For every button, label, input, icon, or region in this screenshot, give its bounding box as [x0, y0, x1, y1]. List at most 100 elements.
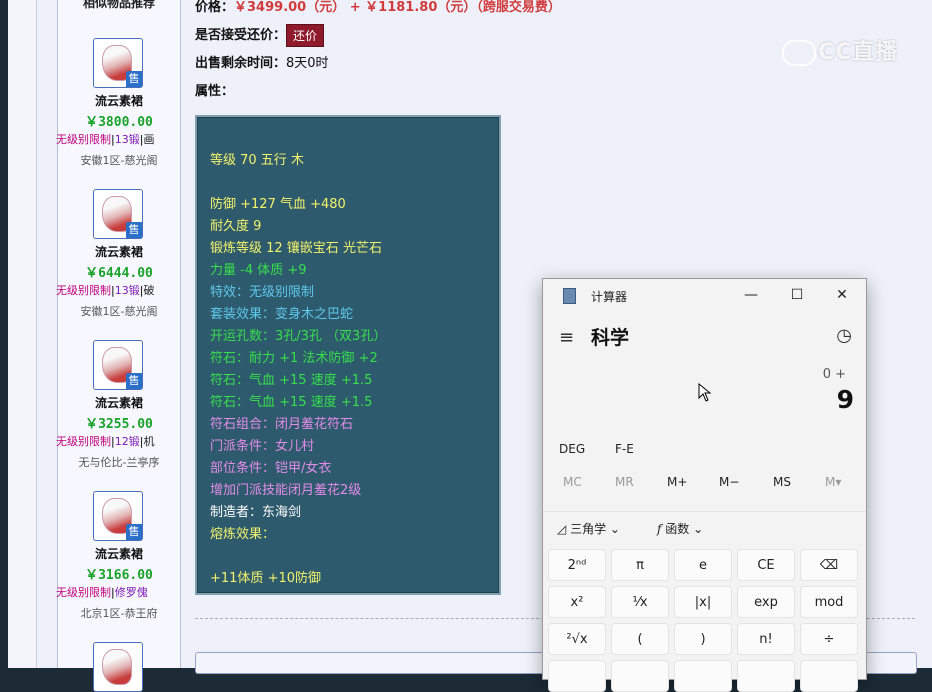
attr-line: 门派条件：女儿村 [210, 439, 315, 454]
calculator-key[interactable] [548, 660, 606, 692]
open-paren-key[interactable]: ( [611, 623, 669, 655]
m-minus-button[interactable]: M− [719, 475, 739, 489]
trigonometry-dropdown[interactable]: ◿ 三角学 ⌄ [557, 520, 620, 537]
triangle-icon: ◿ [557, 522, 567, 536]
attr-line: 等级 70 五行 木 [210, 153, 304, 168]
item-tags: 无级别限制|12锻|机 [56, 435, 155, 448]
item-name[interactable]: 流云素裙 [58, 243, 180, 260]
square-key[interactable]: x² [548, 586, 606, 618]
history-icon[interactable]: ◷ [836, 325, 852, 346]
function-icon: f [657, 522, 662, 536]
attr-line: 增加门派技能闭月羞花2级 [210, 483, 362, 498]
function-row: ◿ 三角学 ⌄ f 函数 ⌄ [543, 511, 866, 542]
item-thumbnail[interactable]: 售 [93, 38, 143, 88]
item-server: 无与伦比-兰亭序 [78, 456, 160, 469]
expression-display: 0 + [822, 367, 846, 382]
close-button[interactable]: ✕ [831, 285, 853, 305]
title-bar[interactable]: 计算器 — ☐ ✕ [543, 279, 866, 311]
abs-key[interactable]: |x| [674, 586, 732, 618]
function-dropdown[interactable]: f 函数 ⌄ [657, 520, 703, 537]
m-plus-button[interactable]: M+ [667, 475, 687, 489]
reciprocal-key[interactable]: ¹⁄x [611, 586, 669, 618]
item-server: 安徽1区-慈光阁 [80, 154, 158, 167]
attr-label: 属性： [195, 84, 235, 99]
sold-badge: 售 [126, 373, 142, 389]
attr-line: 符石：气血 +15 速度 +1.5 [210, 373, 373, 388]
ce-key[interactable]: CE [737, 549, 795, 581]
chevron-down-icon: ⌄ [693, 522, 704, 536]
second-key[interactable]: 2ⁿᵈ [548, 549, 606, 581]
maximize-button[interactable]: ☐ [786, 285, 808, 305]
item-server: 安徽1区-慈光阁 [80, 305, 158, 318]
attr-line: 防御 +127 气血 +480 [210, 197, 346, 212]
item-thumbnail[interactable]: 售 [93, 189, 143, 239]
price-value: ￥3499.00（元） + ￥1181.80（元）（跨服交易费） [234, 0, 561, 15]
memory-list-button[interactable]: M▾ [825, 475, 841, 489]
item-thumbnail[interactable]: 售 [93, 340, 143, 390]
item-name[interactable]: 流云素裙 [58, 92, 180, 109]
price-row: 价格：￥3499.00（元） + ￥1181.80（元）（跨服交易费） [195, 0, 561, 15]
item-server: 北京1区-恭王府 [80, 607, 158, 620]
bargain-button[interactable]: 还价 [286, 24, 325, 47]
remaining-value: 8天0时 [286, 56, 329, 71]
item-tags: 无级别限制|修罗傀 [56, 586, 148, 599]
left-strip [8, 0, 37, 668]
remaining-row: 出售剩余时间：8天0时 [195, 52, 329, 71]
attr-line: 符石：耐力 +1 法术防御 +2 [210, 351, 378, 366]
calculator-app-icon [563, 288, 576, 304]
attr-line: 锻炼等级 12 镶嵌宝石 光芒石 [210, 241, 382, 256]
cc-logo-icon [782, 40, 816, 66]
mr-button[interactable]: MR [615, 475, 634, 489]
watermark: CC直播 [782, 34, 898, 66]
attr-line: 部位条件：铠甲/女衣 [210, 461, 332, 476]
deg-button[interactable]: DEG [559, 442, 585, 456]
attr-row: 属性： [195, 80, 234, 99]
calculator-key[interactable] [800, 660, 858, 692]
item-name[interactable]: 流云素裙 [58, 545, 180, 562]
calculator-key[interactable] [674, 660, 732, 692]
minimize-button[interactable]: — [740, 285, 762, 305]
attr-line: 符石：气血 +15 速度 +1.5 [210, 395, 373, 410]
mod-key[interactable]: mod [800, 586, 858, 618]
e-key[interactable]: e [674, 549, 732, 581]
attr-line: +11体质 +10防御 [210, 571, 322, 586]
factorial-key[interactable]: n! [737, 623, 795, 655]
divide-key[interactable]: ÷ [800, 623, 858, 655]
calculator-window: 计算器 — ☐ ✕ ≡ 科学 ◷ 0 + 9 DEG F-E MC MR M+ … [542, 278, 867, 692]
fe-button[interactable]: F-E [615, 442, 634, 456]
price-label: 价格： [195, 0, 235, 15]
attr-line: 符石组合：闭月羞花符石 [210, 417, 354, 432]
shoe-icon [102, 649, 132, 685]
item-thumbnail[interactable]: 售 [93, 491, 143, 541]
menu-icon[interactable]: ≡ [559, 327, 574, 348]
attr-line: 制造者：东海剑 [210, 505, 302, 520]
mode-title: 科学 [591, 327, 630, 349]
backspace-key[interactable]: ⌫ [800, 549, 858, 581]
bargain-row: 是否接受还价： 还价 [195, 24, 325, 47]
item-name[interactable]: 流云素裙 [58, 394, 180, 411]
item-price: ￥3800.00 [85, 115, 153, 130]
sold-badge: 售 [126, 71, 142, 87]
exp-key[interactable]: exp [737, 586, 795, 618]
attr-line: 耐久度 9 [210, 219, 262, 234]
attr-line: 力量 -4 体质 +9 [210, 263, 307, 278]
item-price: ￥6444.00 [85, 266, 153, 281]
window-title: 计算器 [591, 290, 628, 304]
pi-key[interactable]: π [611, 549, 669, 581]
close-paren-key[interactable]: ) [674, 623, 732, 655]
item-thumbnail[interactable] [93, 642, 143, 692]
attribute-panel: 等级 70 五行 木 防御 +127 气血 +480 耐久度 9 锻炼等级 12… [195, 115, 501, 595]
sold-badge: 售 [126, 524, 142, 540]
similar-items-sidebar: 相似物品推荐 售 流云素裙 ￥3800.00 无级别限制|13锻|画 安徽1区-… [56, 0, 181, 692]
nav-row: ≡ 科学 ◷ [543, 319, 866, 353]
bargain-label: 是否接受还价： [195, 28, 287, 43]
mc-button[interactable]: MC [563, 475, 582, 489]
sqrt-key[interactable]: ²√x [548, 623, 606, 655]
attr-line: 熔炼效果： [210, 527, 276, 542]
attr-line: 特效：无级别限制 [210, 285, 315, 300]
remaining-label: 出售剩余时间： [195, 56, 287, 71]
sold-badge: 售 [126, 222, 142, 238]
calculator-key[interactable] [737, 660, 795, 692]
ms-button[interactable]: MS [773, 475, 791, 489]
calculator-key[interactable] [611, 660, 669, 692]
